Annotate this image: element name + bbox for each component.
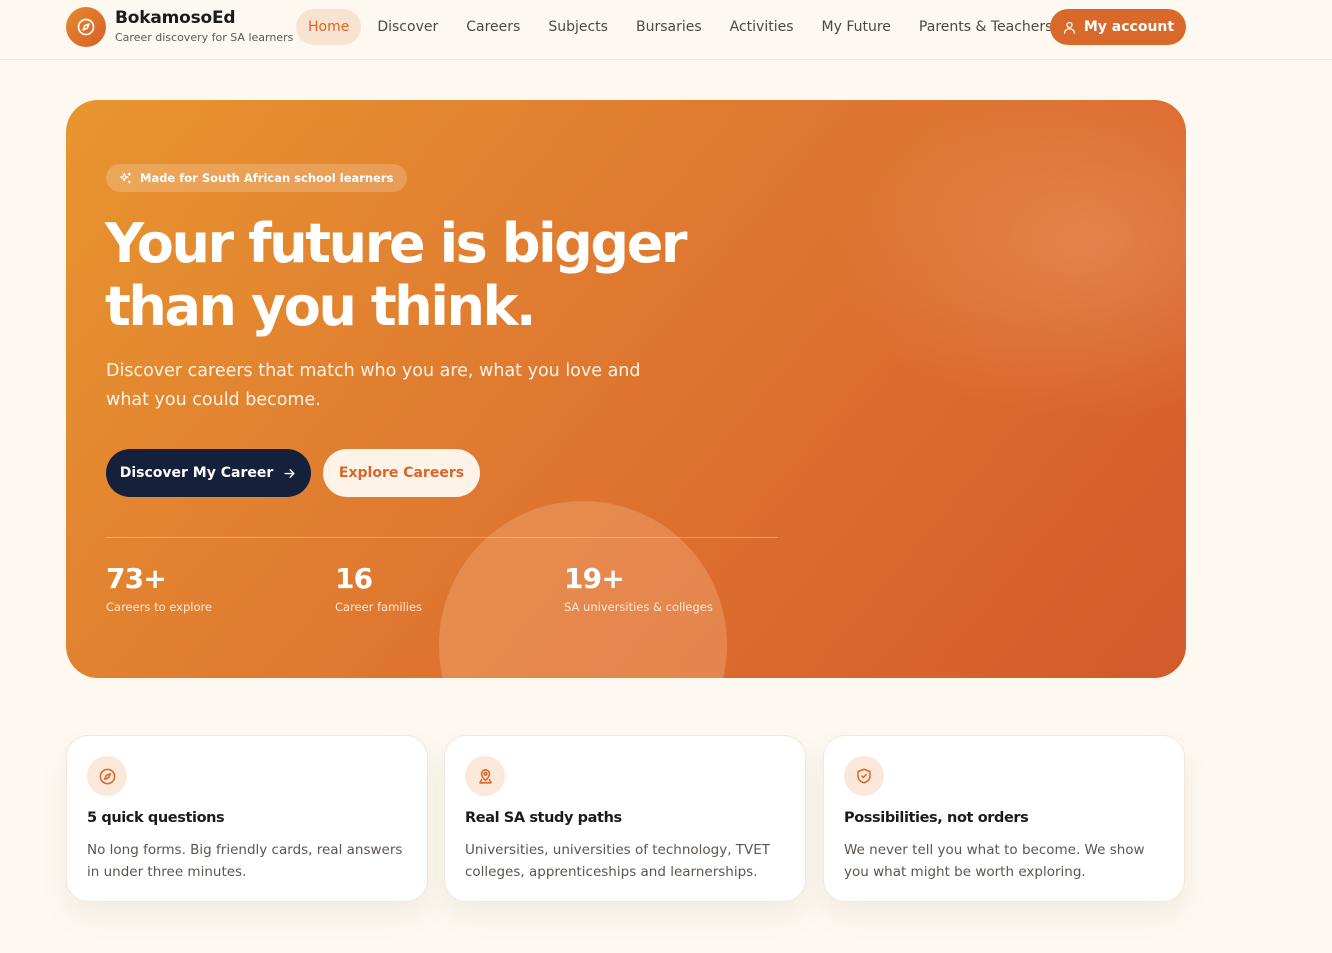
nav-item-careers[interactable]: Careers	[454, 9, 532, 45]
feature-card-quick-questions: 5 quick questions No long forms. Big fri…	[66, 735, 428, 902]
main-nav: Home Discover Careers Subjects Bursaries…	[296, 9, 1068, 45]
stat-label: SA universities & colleges	[564, 600, 713, 614]
brand-name[interactable]: BokamosoEd	[115, 8, 236, 28]
brand-tagline: Career discovery for SA learners	[115, 31, 294, 44]
nav-item-discover[interactable]: Discover	[365, 9, 450, 45]
explore-careers-button[interactable]: Explore Careers	[323, 449, 480, 497]
compass-icon	[99, 768, 115, 784]
discover-my-career-label: Discover My Career	[119, 465, 274, 481]
feature-title: Possibilities, not orders	[844, 810, 1029, 826]
stat-career-families: 16 Career families	[335, 562, 422, 614]
hero-subtitle: Discover careers that match who you are,…	[106, 361, 641, 410]
hero-title: Your future is bigger than you think.	[105, 212, 725, 338]
stat-institutions: 19+ SA universities & colleges	[564, 562, 713, 614]
feature-text: No long forms. Big friendly cards, real …	[87, 842, 403, 880]
stat-label: Career families	[335, 600, 423, 614]
feature-text: Universities, universities of technology…	[465, 842, 771, 880]
hero-title-line-2: than you think.	[105, 275, 537, 338]
discover-my-career-button[interactable]: Discover My Career	[106, 449, 311, 497]
feature-text: We never tell you what to become. We sho…	[844, 842, 1145, 880]
site-header: BokamosoEd Career discovery for SA learn…	[0, 0, 1332, 60]
feature-icon-wrap	[465, 756, 505, 796]
audience-pill-text: Made for South African school learners	[140, 171, 394, 185]
feature-title: 5 quick questions	[87, 810, 225, 826]
stat-careers: 73+ Careers to explore	[106, 562, 212, 614]
logo[interactable]	[66, 7, 106, 47]
compass-icon	[77, 18, 95, 36]
shield-check-icon	[857, 768, 871, 784]
audience-pill: Made for South African school learners	[106, 164, 408, 192]
nav-item-activities[interactable]: Activities	[718, 9, 806, 45]
feature-icon-wrap	[87, 756, 127, 796]
nav-item-my-future[interactable]: My Future	[810, 9, 903, 45]
feature-card-possibilities: Possibilities, not orders We never tell …	[823, 735, 1185, 902]
hero-glow-decoration	[826, 100, 1186, 420]
arrow-right-icon	[284, 468, 295, 478]
map-pin-icon	[478, 768, 492, 784]
feature-icon-wrap	[844, 756, 884, 796]
nav-item-home[interactable]: Home	[296, 9, 362, 45]
user-icon	[1063, 21, 1075, 34]
hero-divider	[106, 537, 778, 538]
stat-label: Careers to explore	[106, 600, 213, 614]
nav-item-subjects[interactable]: Subjects	[536, 9, 620, 45]
my-account-label: My account	[1083, 19, 1175, 35]
hero-title-line-1: Your future is bigger	[105, 212, 688, 275]
stat-value: 16	[335, 562, 373, 595]
nav-item-parents-teachers[interactable]: Parents & Teachers	[907, 9, 1065, 45]
stat-value: 19+	[564, 562, 625, 595]
my-account-button[interactable]: My account	[1050, 9, 1186, 45]
stat-value: 73+	[106, 562, 167, 595]
feature-title: Real SA study paths	[465, 810, 622, 826]
nav-item-bursaries[interactable]: Bursaries	[624, 9, 714, 45]
sparkles-icon	[119, 171, 132, 183]
hero-section: Made for South African school learners Y…	[66, 100, 1186, 678]
feature-card-study-paths: Real SA study paths Universities, univer…	[444, 735, 806, 902]
